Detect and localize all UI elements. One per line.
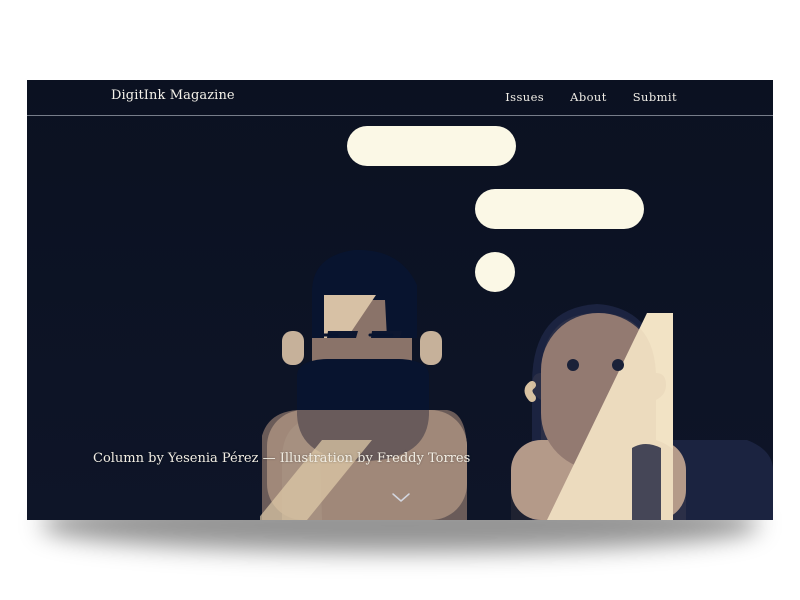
thought-bubble-medium	[475, 189, 644, 229]
nav-link-about[interactable]: About	[570, 90, 607, 104]
thought-bubble-small	[475, 252, 515, 292]
site-logo-text[interactable]: DigitInk Magazine	[111, 88, 235, 103]
nav-link-issues[interactable]: Issues	[505, 90, 544, 104]
browser-window: DigitInk Magazine Issues About Submit Co…	[27, 80, 773, 520]
main-nav: Issues About Submit	[505, 90, 677, 104]
hero-caption: Column by Yesenia Pérez — Illustration b…	[93, 451, 471, 466]
site-header: DigitInk Magazine Issues About Submit	[27, 80, 773, 116]
chevron-down-icon[interactable]	[391, 492, 411, 504]
thought-bubble-large	[347, 126, 516, 166]
nav-link-submit[interactable]: Submit	[633, 90, 677, 104]
